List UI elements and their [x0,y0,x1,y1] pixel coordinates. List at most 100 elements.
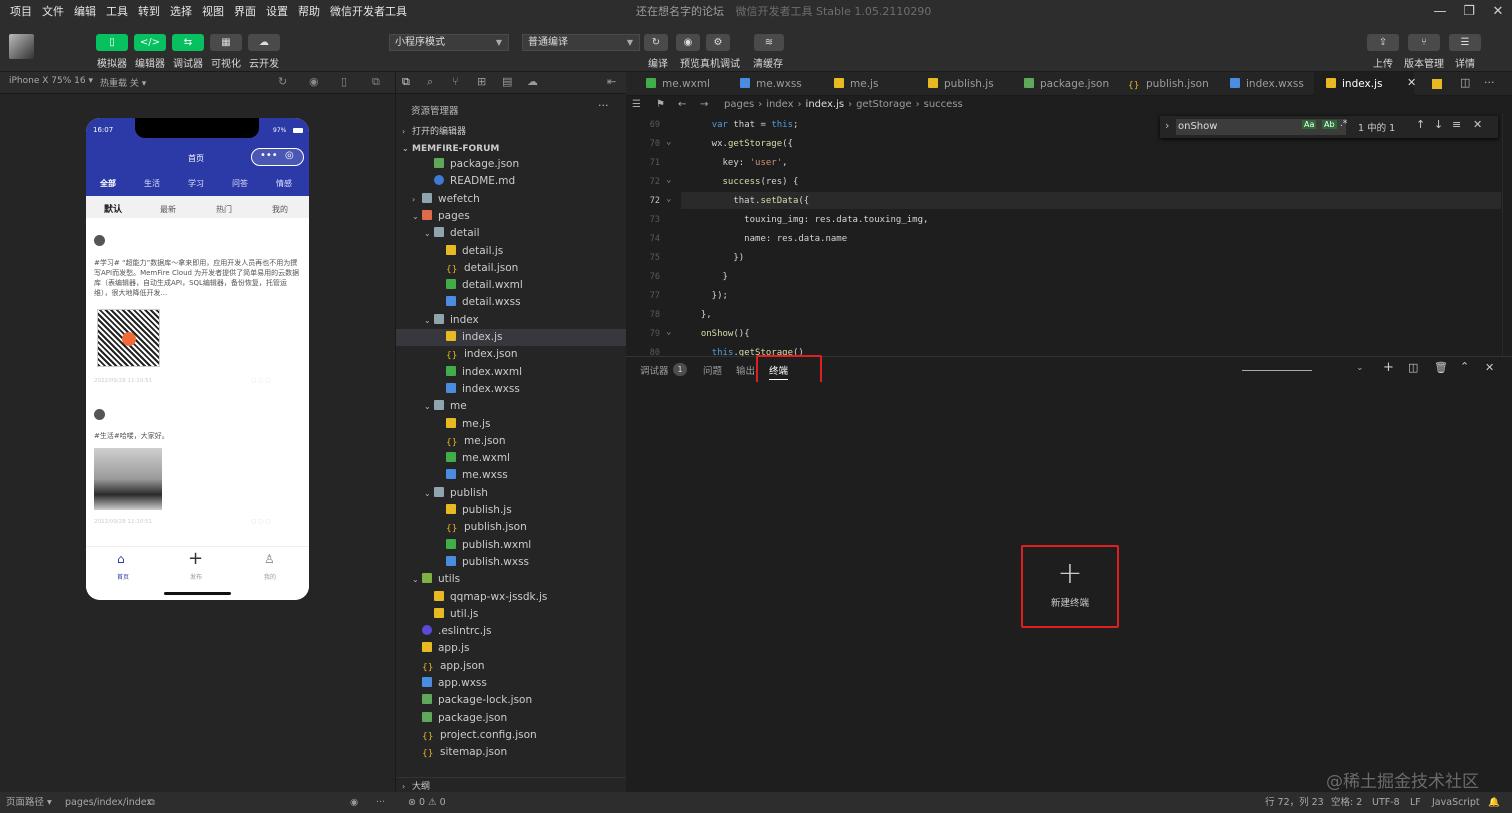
toolbar-right-icon[interactable]: ☰ [1449,34,1481,51]
match-case-icon[interactable]: Aa [1302,120,1317,129]
menu-item[interactable]: 界面 [229,0,261,24]
phone-icon[interactable]: ▯ [341,75,347,88]
breadcrumb-item[interactable]: pages [724,99,754,110]
tree-item[interactable]: {} app.json [396,658,627,675]
editor-tab[interactable]: index.wxss [1218,72,1314,96]
tab-bar-label[interactable]: 我的 [264,572,276,581]
device-select[interactable]: iPhone X 75% 16 ▾ [9,76,93,86]
menu-item[interactable]: 选择 [165,0,197,24]
action-icon[interactable]: ⚙ [706,34,730,51]
editor-tab[interactable]: me.wxml [634,72,728,96]
breadcrumb-item[interactable]: index.js [806,99,845,110]
record-icon[interactable]: ◉ [309,75,319,88]
more-icon[interactable]: ··· [1484,76,1495,89]
language-mode[interactable]: JavaScript [1432,792,1480,813]
sort-tab[interactable]: 热门 [216,204,232,215]
tab-problems[interactable]: 问题 [703,363,722,377]
tree-item[interactable]: publish.js [396,502,627,519]
tree-item[interactable]: index.js [396,329,627,346]
tree-item[interactable]: package.json [396,710,627,727]
code-line[interactable]: touxing_img: res.data.touxing_img, [690,215,928,225]
toolbar-button-label[interactable]: 云开发 [242,55,286,70]
split-editor-icon[interactable]: ◫ [1460,76,1470,89]
tree-item[interactable]: {} sitemap.json [396,744,627,761]
split-terminal-icon[interactable]: ◫ [1408,361,1418,374]
trash-icon[interactable]: 🗑 [1434,361,1448,374]
home-icon[interactable]: ⌂ [117,552,125,566]
category-tab[interactable]: 学习 [188,178,204,189]
minimize-icon[interactable]: — [1426,0,1454,24]
editor-tab[interactable]: {} publish.json [1116,72,1218,96]
maximize-icon[interactable]: ❐ [1455,0,1483,24]
editor-tab[interactable]: package.json [1012,72,1116,96]
cloud-icon[interactable]: ☁ [248,34,280,51]
fold-icon[interactable]: ⌄ [666,327,671,337]
user-icon[interactable]: ♙ [264,552,275,566]
menu-item[interactable]: 项目 [5,0,37,24]
forward-icon[interactable]: → [700,96,708,114]
hot-reload-toggle[interactable]: 热重载 关 ▾ [100,76,146,89]
fold-icon[interactable]: ⌄ [666,175,671,185]
editor-tab[interactable]: index.js [1314,72,1414,96]
tree-item[interactable]: ⌄ utils [396,571,627,588]
compile-select[interactable]: 普通编译 ▼ [522,34,640,51]
code-line[interactable]: key: 'user', [690,158,788,168]
sort-tab[interactable]: 最新 [160,204,176,215]
code-line[interactable]: }) [690,253,744,263]
bell-icon[interactable]: 🔔 [1488,792,1500,813]
tree-item[interactable]: {} detail.json [396,260,627,277]
mode-select[interactable]: 小程序模式 ▼ [389,34,509,51]
toolbar-right-label[interactable]: 详情 [1443,55,1487,70]
category-tab[interactable]: 全部 [100,178,116,189]
tree-item[interactable]: detail.wxml [396,277,627,294]
plus-icon[interactable]: + [188,548,203,569]
eye-icon[interactable]: ◉ [350,792,358,813]
editor-tab[interactable]: publish.js [916,72,1012,96]
tree-item[interactable]: ⌄ index [396,312,627,329]
tab-debugger[interactable]: 调试器 [640,363,669,377]
tree-item[interactable]: app.js [396,640,627,657]
copy-icon[interactable]: ⧉ [148,792,155,813]
chevron-right-icon[interactable]: › [1165,119,1169,132]
extensions-icon[interactable]: ⊞ [477,75,486,88]
tree-item[interactable]: qqmap-wx-jssdk.js [396,589,627,606]
category-tab[interactable]: 情感 [276,178,292,189]
tree-item[interactable]: .eslintrc.js [396,623,627,640]
tree-item[interactable]: app.wxss [396,675,627,692]
category-tab[interactable]: 问答 [232,178,248,189]
breadcrumb-item[interactable]: getStorage [856,99,912,110]
action-label[interactable]: 真机调试 [698,55,742,70]
line-ending[interactable]: LF [1410,792,1421,813]
code-editor[interactable]: 69 var that = this; 70 ⌄ wx.getStorage({71… [626,114,1512,358]
tree-item[interactable]: util.js [396,606,627,623]
list-icon[interactable]: ☰ [632,96,641,114]
tree-item[interactable]: publish.wxml [396,537,627,554]
menu-item[interactable]: 文件 [37,0,69,24]
chevron-up-icon[interactable]: ⌃ [1460,360,1469,373]
capsule-menu[interactable]: ••• ◎ [251,148,304,166]
tree-item[interactable]: package-lock.json [396,692,627,709]
post-content[interactable]: #生活#哈喽，大家好。 [94,431,169,441]
indentation[interactable]: 空格: 2 [1331,792,1362,813]
search-icon[interactable]: ⌕ [427,75,433,89]
menu-item[interactable]: 转到 [133,0,165,24]
close-tab-icon[interactable]: ✕ [1407,76,1416,89]
code-line[interactable]: wx.getStorage({ [690,139,793,149]
find-selection-icon[interactable]: ≡ [1452,118,1461,131]
toolbar-right-icon[interactable]: ⑂ [1408,34,1440,51]
code-icon[interactable]: </> [134,34,166,51]
action-icon[interactable]: ≋ [754,34,784,51]
page-path-select[interactable]: 页面路径 ▾ [6,792,52,813]
debug-icon[interactable]: ⇆ [172,34,204,51]
sort-tab[interactable]: 默认 [104,202,122,215]
bookmark-icon[interactable]: ⚑ [656,96,665,114]
post-stats-icon[interactable]: ◌ ◌ ◌ [251,518,271,525]
menu-item[interactable]: 设置 [261,0,293,24]
breadcrumb-item[interactable]: index [766,99,793,110]
phone-icon[interactable]: ▯ [96,34,128,51]
code-line[interactable]: onShow(){ [690,329,750,339]
refresh-icon[interactable]: ↻ [278,75,287,88]
code-line[interactable]: }); [690,291,728,301]
action-icon[interactable]: ↻ [644,34,668,51]
tree-item[interactable]: {} me.json [396,433,627,450]
